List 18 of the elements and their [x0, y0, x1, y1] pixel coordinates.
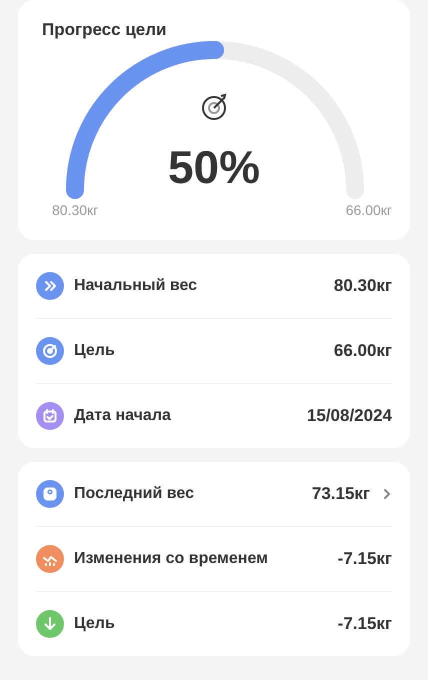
row-label: Начальный вес	[74, 277, 198, 295]
row-label: Цель	[74, 342, 116, 360]
row-label: Цель	[74, 615, 116, 633]
row-value: 73.15кг	[312, 484, 370, 504]
chevron-icon[interactable]	[382, 487, 392, 501]
target-icon	[202, 94, 226, 120]
row-value: -7.15кг	[338, 549, 392, 569]
row-label: Дата начала	[74, 407, 172, 425]
row-label: Последний вес	[74, 485, 195, 503]
target-weight: 66.00кг	[346, 202, 392, 218]
row-value: 66.00кг	[334, 341, 392, 361]
row-value: 80.30кг	[334, 276, 392, 296]
row-label: Изменения со временем	[74, 550, 269, 568]
card-title: Прогресс цели	[42, 20, 168, 40]
percent-value: 50%	[168, 141, 260, 193]
row-value: -7.15кг	[338, 614, 392, 634]
start-weight: 80.30кг	[52, 202, 98, 218]
row-value: 15/08/2024	[306, 406, 392, 426]
